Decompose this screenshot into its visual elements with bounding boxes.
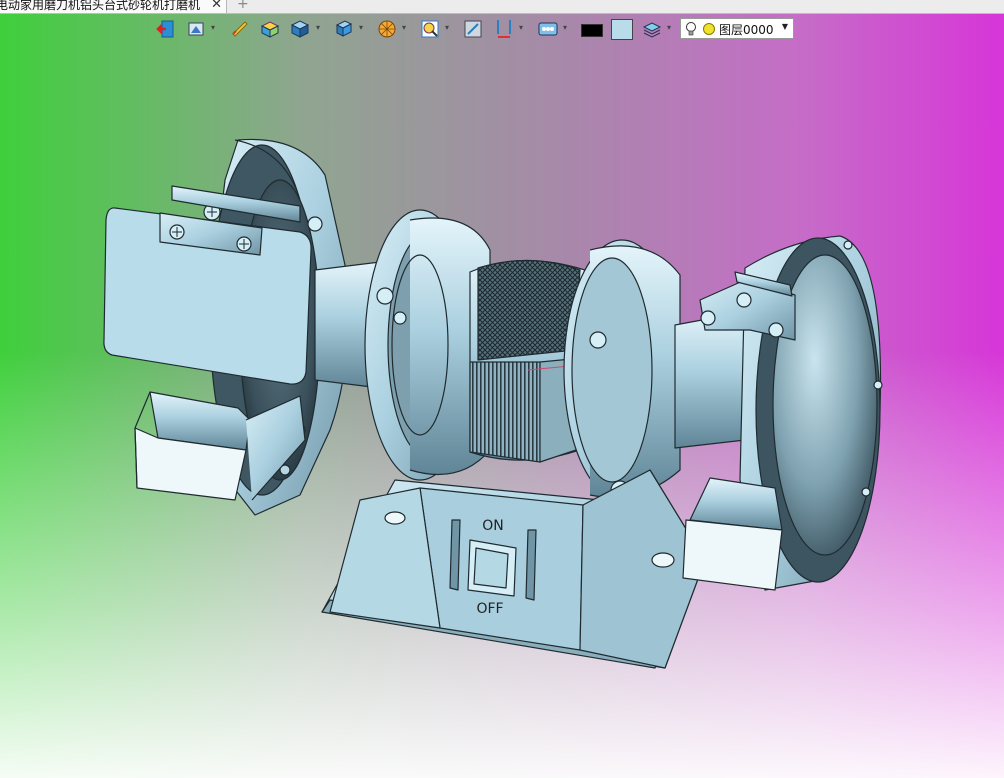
- switch-on-label: ON: [482, 518, 504, 534]
- layer-manager-dropdown-icon[interactable]: ▾: [667, 23, 671, 32]
- layer-state-icon[interactable]: [703, 23, 715, 35]
- render-style-dropdown-icon[interactable]: ▾: [402, 23, 406, 32]
- dimension-dropdown-icon[interactable]: ▾: [519, 23, 523, 32]
- switch-off-label: OFF: [476, 601, 503, 617]
- section-view-icon[interactable]: [461, 16, 485, 42]
- measure-icon[interactable]: [228, 16, 252, 42]
- close-tab-icon[interactable]: ✕: [211, 0, 222, 13]
- left-eye-shield[interactable]: [103, 185, 323, 385]
- motor-housing[interactable]: [364, 209, 681, 501]
- layer-manager-icon[interactable]: [640, 16, 664, 42]
- render-style-icon[interactable]: [375, 16, 399, 42]
- view-orientation-dropdown-icon[interactable]: ▾: [211, 23, 215, 32]
- display-mode-dropdown-icon[interactable]: ▾: [316, 23, 320, 32]
- new-tab-icon[interactable]: +: [237, 0, 249, 12]
- fill-color-swatch[interactable]: [611, 19, 633, 40]
- layer-select-value: 图层0000: [719, 23, 774, 37]
- bench-grinder-model[interactable]: ON OFF: [0, 0, 1004, 778]
- document-tab[interactable]: 电动家用磨刀机铝头台式砂轮机打磨机 ✕: [0, 0, 227, 13]
- layer-select[interactable]: 图层0000 ▼: [680, 18, 794, 39]
- display-settings-dropdown-icon[interactable]: ▾: [563, 23, 567, 32]
- document-tab-title: 电动家用磨刀机铝头台式砂轮机打磨机: [0, 0, 201, 12]
- display-mode-cube-icon[interactable]: [288, 16, 312, 42]
- shaded-box-icon[interactable]: [258, 16, 282, 42]
- zoom-fit-icon[interactable]: [418, 16, 442, 42]
- document-tab-bar: 电动家用磨刀机铝头台式砂轮机打磨机 ✕ +: [0, 0, 1004, 14]
- layer-dropdown-arrow-icon[interactable]: ▼: [782, 22, 788, 31]
- dimension-icon[interactable]: [492, 16, 516, 42]
- view-orientation-icon[interactable]: [184, 16, 208, 42]
- right-eye-shield[interactable]: [699, 271, 796, 341]
- lightbulb-icon[interactable]: [685, 21, 697, 41]
- display-settings-icon[interactable]: [536, 16, 560, 42]
- exit-sketch-icon[interactable]: [154, 16, 178, 42]
- line-color-swatch[interactable]: [581, 24, 603, 37]
- cad-application: ON OFF 电动家用磨刀机铝头台式砂轮机打磨机 ✕ + ▾ ▾ ▾ ▾ ▾ ▾…: [0, 0, 1004, 778]
- zoom-dropdown-icon[interactable]: ▾: [445, 23, 449, 32]
- grinder-base[interactable]: [321, 469, 706, 669]
- right-tool-rest[interactable]: [682, 477, 783, 591]
- standard-views-dropdown-icon[interactable]: ▾: [359, 23, 363, 32]
- standard-views-icon[interactable]: [332, 16, 356, 42]
